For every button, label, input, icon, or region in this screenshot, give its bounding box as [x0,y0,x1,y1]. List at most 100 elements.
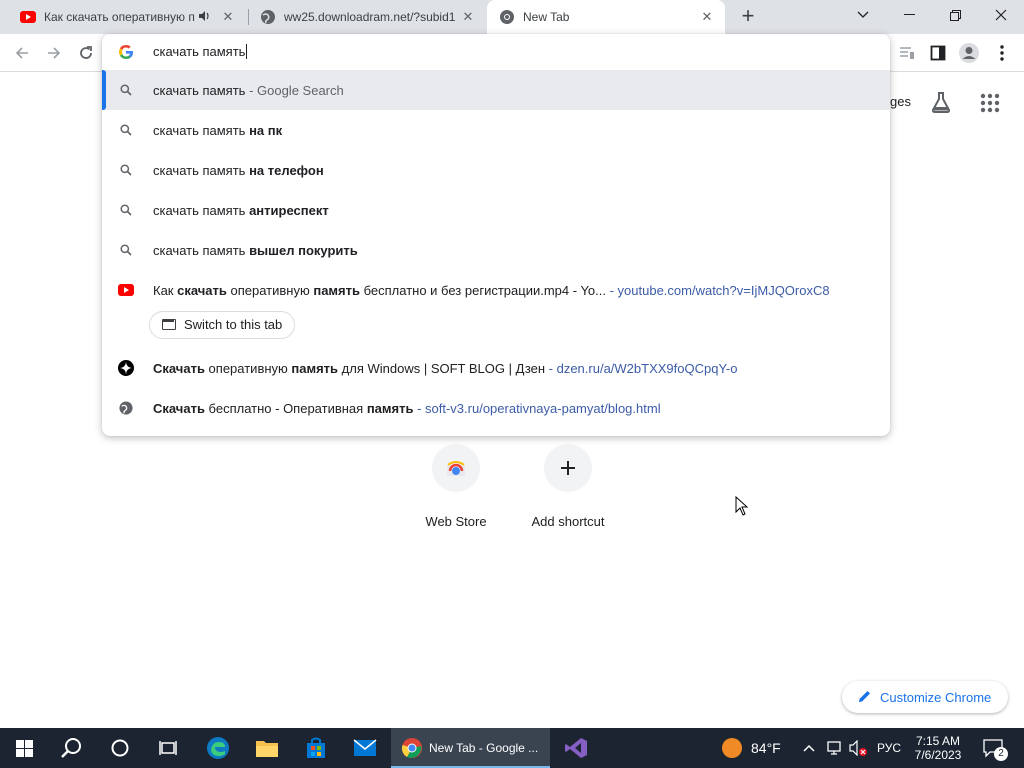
clock[interactable]: 7:15 AM 7/6/2023 [912,728,964,768]
restore-icon[interactable] [932,0,978,30]
task-view-icon[interactable] [144,728,192,768]
result-row-youtube[interactable]: Как скачать оперативную память бесплатно… [102,270,890,310]
reading-list-icon[interactable] [895,41,919,65]
clock-date: 7/6/2023 [914,748,962,762]
windows-taskbar: New Tab - Google ... 84°F РУС 7:15 AM 7/… [0,728,1024,768]
cortana-icon[interactable] [96,728,144,768]
forward-arrow-icon[interactable] [42,41,66,65]
suggestion-text: скачать память [153,83,246,98]
result-title: для Windows | SOFT BLOG | Дзен [338,361,546,376]
result-title: бесплатно и без регистрации.mp4 - Yo... [360,283,606,298]
close-tab-icon[interactable]: ✕ [460,9,476,25]
globe-icon [118,400,134,416]
tab-search-chevron-icon[interactable] [840,0,886,30]
network-icon[interactable] [826,728,844,768]
suggestion-text: скачать память [153,123,250,138]
google-g-icon [118,44,134,60]
youtube-icon [20,9,36,25]
dzen-icon [118,360,134,376]
address-bar[interactable]: скачать память [102,34,890,70]
taskbar-chrome-label: New Tab - Google ... [429,741,539,755]
result-title: бесплатно - Оперативная [204,401,367,416]
suggestion-row[interactable]: скачать память - Google Search [102,70,890,110]
close-window-icon[interactable] [978,0,1024,30]
result-title: оперативную [204,361,292,376]
tab-window-icon [162,319,176,330]
mouse-cursor-icon [735,495,749,521]
speaker-icon[interactable] [198,10,212,25]
new-tab-plus-icon[interactable]: + [736,5,760,29]
back-arrow-icon[interactable] [10,41,34,65]
tab-strip: Как скачать оперативную п ✕ ww25.downloa… [0,0,1024,34]
search-icon[interactable] [48,728,96,768]
tab-title: New Tab [523,10,570,24]
result-title-bold: Скачать [153,361,205,376]
search-icon [118,122,134,138]
close-tab-icon[interactable]: ✕ [220,9,236,25]
globe-icon [260,9,276,25]
close-tab-icon[interactable]: ✕ [699,9,715,25]
profile-avatar-icon[interactable] [957,41,981,65]
taskbar-chrome-button[interactable]: New Tab - Google ... [391,728,550,768]
shortcut-label: Web Store [425,514,487,529]
notifications-icon[interactable]: 2 [982,728,1008,768]
mail-icon[interactable] [341,728,389,768]
suggestion-bold: на телефон [249,163,324,178]
chrome-icon [401,737,423,759]
tab-new-tab[interactable]: New Tab ✕ [487,0,725,34]
kebab-menu-icon[interactable] [990,41,1014,65]
search-icon [118,202,134,218]
shortcut-web-store[interactable]: Web Store [406,444,506,529]
suggestion-suffix: - Google Search [245,83,344,98]
result-url: - dzen.ru/a/W2bTXX9foQCpqY-o [545,361,738,376]
result-title: оперативную [226,283,314,298]
result-row-dzen[interactable]: Скачать оперативную память для Windows |… [102,348,890,388]
omnibox-input-text[interactable]: скачать память [153,44,248,59]
tab-title: Как скачать оперативную п [44,10,195,24]
clock-time: 7:15 AM [915,734,961,748]
omnibox-dropdown: скачать память скачать память - Google S… [102,34,890,436]
apps-grid-icon[interactable] [980,93,1000,118]
shortcut-add[interactable]: Add shortcut [518,444,618,529]
selection-indicator [102,70,106,110]
edge-icon[interactable] [194,728,242,768]
suggestion-bold: на пк [249,123,283,138]
result-title-bold: память [366,401,414,416]
minimize-icon[interactable] [886,0,932,30]
plus-icon [544,444,592,492]
suggestion-row[interactable]: скачать память вышел покурить [102,230,890,270]
suggestion-bold: антиреспект [249,203,329,218]
store-icon[interactable] [292,728,340,768]
weather-sun-icon [721,737,743,759]
reload-icon[interactable] [74,41,98,65]
labs-flask-icon[interactable] [930,91,952,118]
customize-chrome-button[interactable]: Customize Chrome [842,681,1008,713]
windows-start-icon[interactable] [0,728,48,768]
tray-chevron-up-icon[interactable] [803,728,815,768]
switch-to-tab-button[interactable]: Switch to this tab [149,311,296,339]
tab-downloadram[interactable]: ww25.downloadram.net/?subid1 ✕ [248,0,486,34]
result-row-soft-v3[interactable]: Скачать бесплатно - Оперативная память -… [102,388,890,428]
switch-to-tab-label: Switch to this tab [184,317,283,332]
suggestion-text: скачать память [153,203,250,218]
tab-youtube[interactable]: Как скачать оперативную п ✕ [8,0,246,34]
weather-widget[interactable]: 84°F [721,728,781,768]
search-icon [118,162,134,178]
pencil-icon [858,689,872,706]
language-indicator[interactable]: РУС [877,728,901,768]
webstore-icon [432,444,480,492]
notifications-count: 2 [994,747,1008,761]
suggestion-text: скачать память [153,243,250,258]
suggestion-row[interactable]: скачать память на пк [102,110,890,150]
chrome-icon [499,9,515,25]
search-icon [118,242,134,258]
side-panel-icon[interactable] [926,41,950,65]
suggestion-row[interactable]: скачать память на телефон [102,150,890,190]
suggestion-row[interactable]: скачать память антиреспект [102,190,890,230]
file-explorer-icon[interactable] [243,728,291,768]
search-icon [118,82,134,98]
volume-muted-icon[interactable] [849,728,869,768]
images-link[interactable]: ges [890,94,911,109]
suggestion-bold: вышел покурить [249,243,358,258]
visual-studio-icon[interactable] [552,728,600,768]
